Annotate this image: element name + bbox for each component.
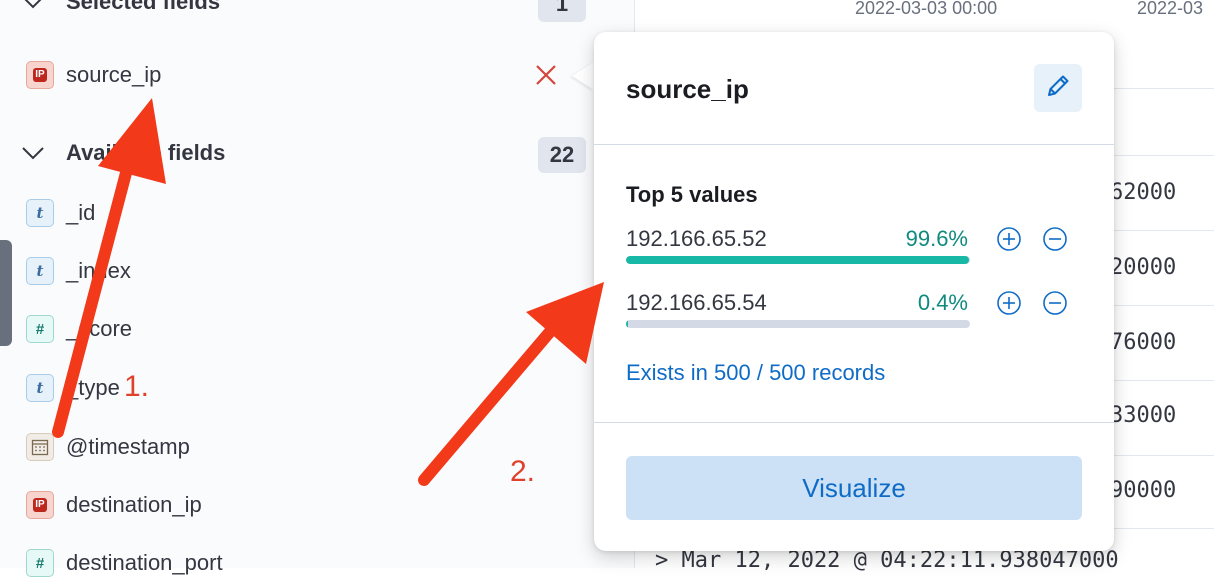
sidebar-collapse-tab[interactable] xyxy=(0,240,12,346)
top-value-progress xyxy=(626,256,970,264)
filter-for-value-icon[interactable] xyxy=(994,288,1024,318)
popover-arrow xyxy=(572,62,594,90)
top-value-row: 192.166.65.52 99.6% xyxy=(626,226,1086,286)
popover-divider xyxy=(594,144,1114,145)
field-name: _score xyxy=(66,316,133,341)
number-type-icon: # xyxy=(26,549,54,577)
selected-fields-header[interactable]: Selected fields 1 xyxy=(20,0,586,22)
top-value-percent: 0.4% xyxy=(917,290,968,315)
top-value-label: 192.166.65.54 xyxy=(626,290,767,315)
selected-fields-title: Selected fields xyxy=(66,0,221,14)
top-values-title: Top 5 values xyxy=(626,182,758,207)
annotation-label-1: 1. xyxy=(124,370,150,403)
table-cell: 20000 xyxy=(1110,255,1177,280)
field-name: destination_ip xyxy=(66,492,202,517)
field-item-timestamp[interactable]: @timestamp xyxy=(26,427,190,467)
annotation-label-2: 2. xyxy=(510,455,536,488)
remove-field-icon[interactable] xyxy=(533,62,559,88)
field-item-id[interactable]: t _id xyxy=(26,193,95,233)
top-value-progress-fill xyxy=(626,320,629,328)
filter-out-value-icon[interactable] xyxy=(1040,224,1070,254)
top-value-progress-fill xyxy=(626,256,969,264)
edit-field-button[interactable] xyxy=(1034,64,1082,112)
field-name: _type xyxy=(66,375,120,400)
table-cell: 33000 xyxy=(1110,403,1177,428)
pencil-icon xyxy=(1044,72,1072,105)
top-value-progress xyxy=(626,320,970,328)
visualize-button[interactable]: Visualize xyxy=(626,456,1082,520)
table-row-timestamp[interactable]: > Mar 12, 2022 @ 04:22:11.938047000 xyxy=(655,548,1119,573)
field-details-popover: source_ip Top 5 values 192.166.65.52 99.… xyxy=(594,32,1114,551)
table-cell: 90000 xyxy=(1110,478,1177,503)
field-name: destination_port xyxy=(66,550,223,575)
chevron-down-icon xyxy=(20,0,46,15)
field-sidebar: Selected fields 1 IP source_ip Available… xyxy=(0,0,634,577)
available-fields-count: 22 xyxy=(538,137,586,173)
field-item-type[interactable]: t _type xyxy=(26,368,120,408)
available-fields-title: Available fields xyxy=(66,140,226,165)
chevron-down-icon xyxy=(20,140,46,166)
field-name: _index xyxy=(66,258,131,283)
filter-out-value-icon[interactable] xyxy=(1040,288,1070,318)
table-cell: 62000 xyxy=(1110,180,1177,205)
filter-for-value-icon[interactable] xyxy=(994,224,1024,254)
field-name: source_ip xyxy=(66,62,162,87)
selected-fields-count: 1 xyxy=(538,0,586,22)
ip-type-icon: IP xyxy=(26,491,54,519)
popover-title: source_ip xyxy=(626,74,749,104)
available-fields-header[interactable]: Available fields 22 xyxy=(20,133,586,173)
field-name: @timestamp xyxy=(66,434,190,459)
popover-divider xyxy=(594,422,1114,423)
field-item-index[interactable]: t _index xyxy=(26,251,131,291)
top-value-percent: 99.6% xyxy=(905,226,968,251)
field-item-source-ip[interactable]: IP source_ip xyxy=(26,55,161,95)
field-item-score[interactable]: # _score xyxy=(26,309,132,349)
histogram-axis-label: 2022-03 xyxy=(1137,0,1204,18)
histogram-axis-label: 2022-03-03 00:00 xyxy=(855,0,998,18)
ip-type-icon: IP xyxy=(26,61,54,89)
number-type-icon: # xyxy=(26,315,54,343)
field-name: _id xyxy=(66,200,96,225)
exists-in-records-link[interactable]: Exists in 500 / 500 records xyxy=(626,360,885,386)
calendar-icon xyxy=(26,433,54,461)
top-value-label: 192.166.65.52 xyxy=(626,226,767,251)
string-type-icon: t xyxy=(26,199,54,227)
string-type-icon: t xyxy=(26,257,54,285)
field-item-destination-port[interactable]: # destination_port xyxy=(26,543,223,583)
top-value-row: 192.166.65.54 0.4% xyxy=(626,290,1086,350)
table-cell: 76000 xyxy=(1110,330,1177,355)
string-type-icon: t xyxy=(26,374,54,402)
field-item-destination-ip[interactable]: IP destination_ip xyxy=(26,485,202,525)
